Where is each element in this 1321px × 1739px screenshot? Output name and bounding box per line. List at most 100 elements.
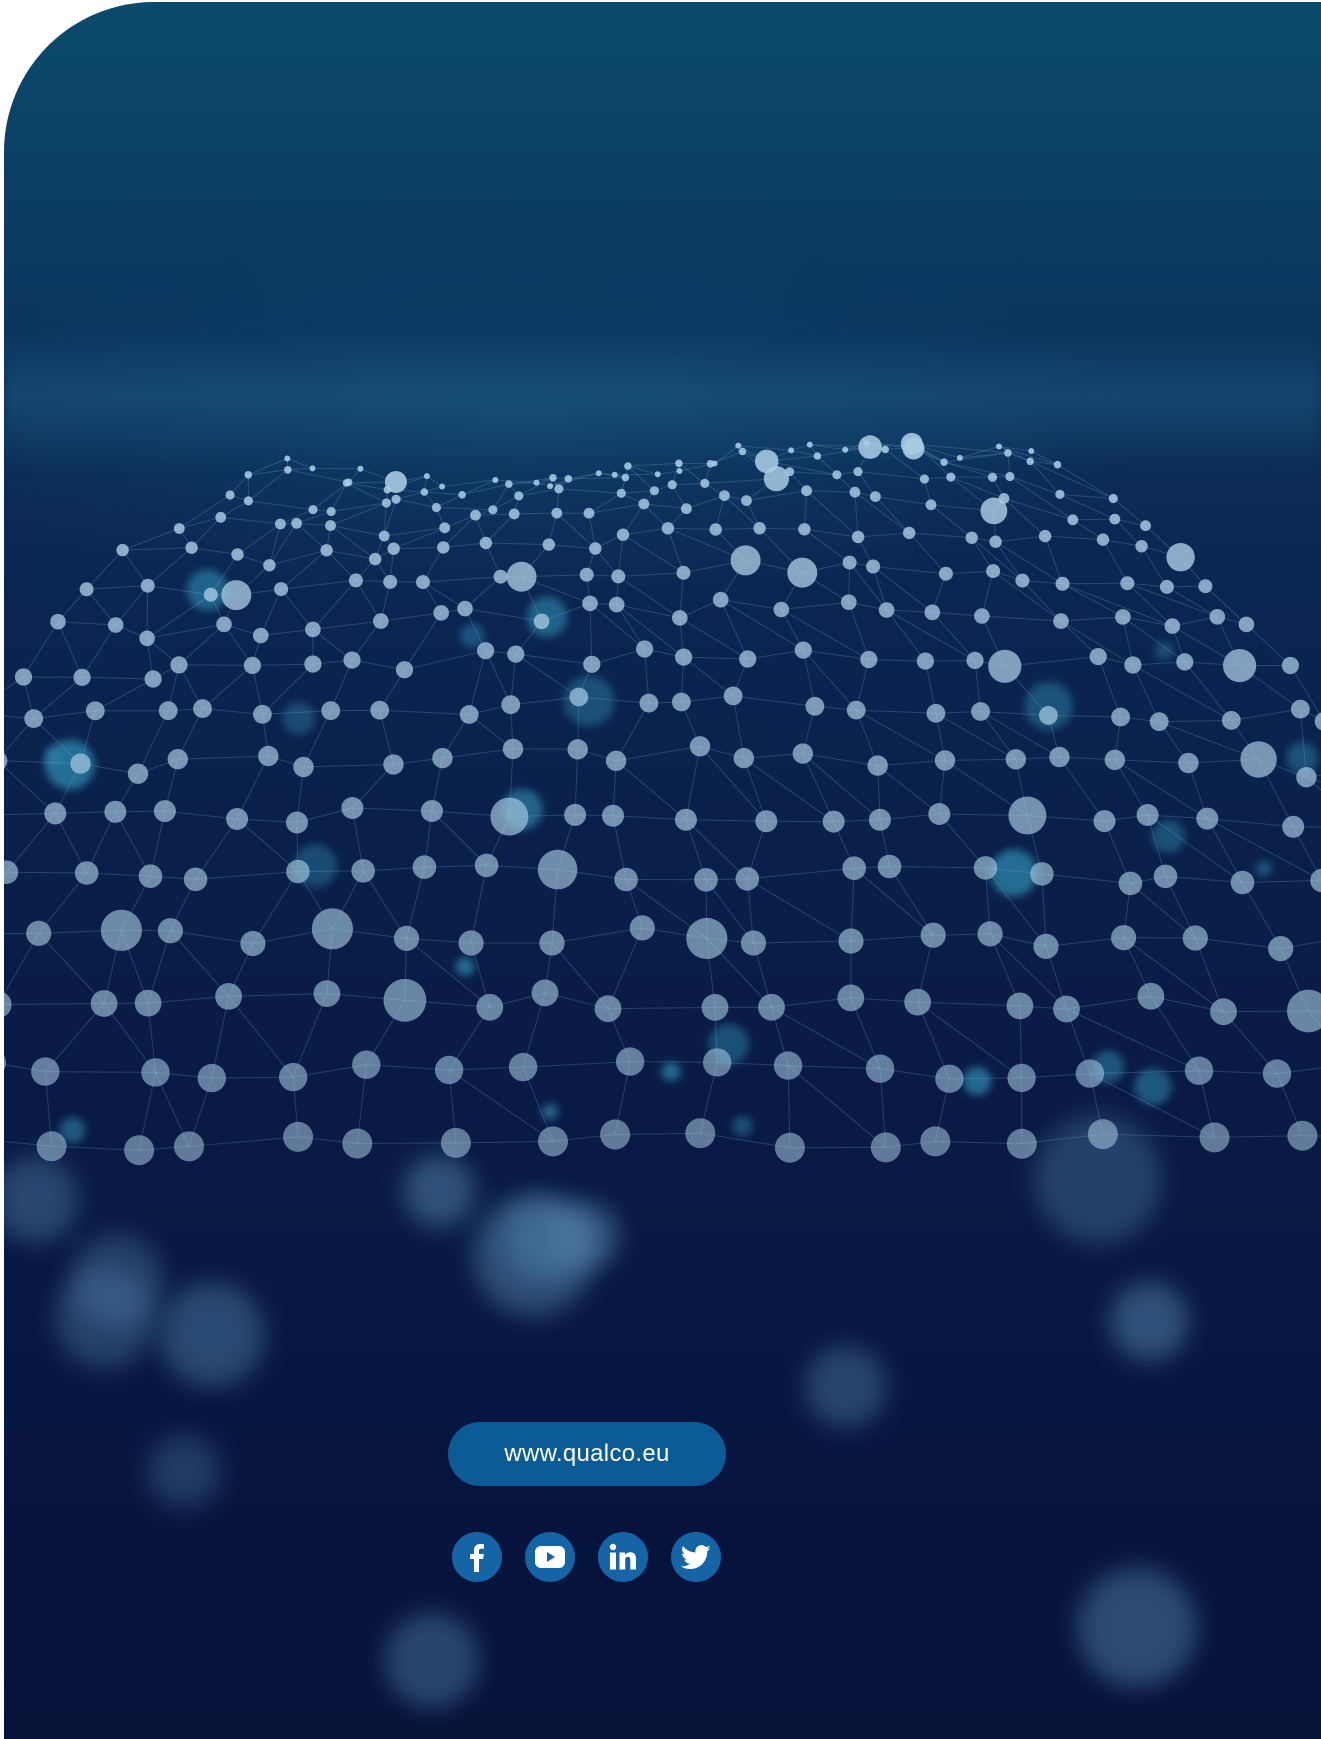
- mesh-line: [643, 503, 687, 510]
- mesh-node: [139, 630, 155, 647]
- mesh-node: [225, 490, 235, 500]
- mesh-node: [753, 522, 766, 535]
- mesh-node: [263, 559, 276, 572]
- mesh-node: [1005, 471, 1015, 482]
- mesh-node: [1120, 576, 1135, 591]
- mesh-node: [569, 687, 589, 707]
- mesh-line: [720, 599, 804, 651]
- twitter-icon[interactable]: [671, 1532, 721, 1582]
- mesh-line: [720, 599, 749, 660]
- bokeh-light: [71, 1233, 164, 1326]
- bokeh-light: [1154, 641, 1174, 661]
- mesh-node: [1004, 449, 1012, 457]
- mesh-node: [846, 700, 866, 720]
- mesh-line: [287, 458, 313, 469]
- mesh-line: [33, 676, 83, 719]
- mesh-line: [442, 748, 514, 759]
- mesh-node: [85, 701, 105, 721]
- mesh-node: [153, 800, 176, 823]
- mesh-node: [479, 536, 493, 550]
- mesh-node: [621, 473, 630, 482]
- mesh-line: [759, 527, 805, 530]
- mesh-node: [508, 508, 520, 520]
- mesh-line: [683, 656, 734, 697]
- mesh-node: [100, 909, 142, 951]
- mesh-node: [1109, 513, 1121, 525]
- mesh-line: [515, 653, 592, 665]
- mesh-node: [457, 600, 473, 617]
- mesh-node: [689, 736, 711, 757]
- facebook-icon[interactable]: [452, 1532, 502, 1582]
- mesh-node: [283, 1121, 314, 1152]
- mesh-node: [1282, 815, 1305, 838]
- mesh-node: [387, 542, 400, 555]
- mesh-line: [615, 760, 687, 821]
- mesh-node: [458, 930, 484, 956]
- mesh-node: [1055, 489, 1065, 499]
- mesh-node: [624, 462, 632, 470]
- mesh-node: [639, 693, 659, 713]
- website-link[interactable]: www.qualco.eu: [448, 1422, 726, 1486]
- mesh-node: [706, 460, 715, 468]
- mesh-line: [461, 483, 509, 496]
- mesh-line: [514, 512, 557, 515]
- mesh-node: [989, 535, 1002, 548]
- mesh-node: [965, 531, 978, 544]
- mesh-node: [719, 490, 730, 501]
- youtube-icon[interactable]: [525, 1532, 575, 1582]
- mesh-node: [107, 617, 124, 633]
- bokeh-light: [805, 1345, 887, 1428]
- mesh-node: [996, 443, 1002, 450]
- mesh-node: [1111, 925, 1137, 951]
- mesh-line: [404, 612, 442, 670]
- mesh-line: [875, 496, 932, 506]
- mesh-node: [274, 582, 289, 597]
- mesh-node: [476, 993, 504, 1021]
- mesh-node: [798, 523, 811, 536]
- mesh-line: [790, 449, 818, 457]
- mesh-node: [1310, 868, 1321, 893]
- mesh-line: [733, 695, 815, 707]
- mesh-line: [1057, 464, 1114, 499]
- mesh-node: [1281, 656, 1299, 675]
- mesh-line: [38, 932, 105, 1004]
- mesh-node: [1053, 460, 1062, 469]
- mesh-node: [925, 499, 937, 511]
- mesh-node: [138, 864, 163, 888]
- mesh-line: [252, 871, 299, 944]
- mesh-node: [1178, 752, 1199, 774]
- mesh-node: [935, 1064, 964, 1094]
- mesh-line: [802, 753, 835, 822]
- mesh-node: [595, 470, 602, 477]
- mesh-node: [1067, 514, 1079, 526]
- mesh-line: [312, 481, 349, 510]
- mesh-line: [312, 620, 381, 630]
- linkedin-icon[interactable]: [598, 1532, 648, 1582]
- mesh-line: [515, 653, 580, 698]
- mesh-node: [974, 608, 990, 624]
- mesh-node: [822, 810, 845, 833]
- mesh-node: [1115, 609, 1131, 625]
- mesh-node: [605, 750, 627, 771]
- mesh-line: [1159, 719, 1232, 723]
- mesh-line: [1058, 756, 1105, 822]
- mesh-node: [940, 458, 948, 467]
- mesh-node: [723, 686, 743, 706]
- mesh-node: [973, 856, 998, 880]
- mesh-node: [412, 855, 437, 879]
- mesh-line: [436, 507, 493, 511]
- mesh-node: [492, 477, 499, 483]
- mesh-node: [661, 522, 675, 535]
- mesh-line: [857, 471, 925, 480]
- mesh-node: [700, 478, 710, 488]
- bokeh-light: [1134, 1068, 1172, 1106]
- mesh-node: [533, 479, 540, 486]
- mesh-line: [1062, 583, 1124, 618]
- mesh-line: [558, 488, 622, 494]
- mesh-node: [26, 920, 52, 946]
- mesh-node: [676, 565, 691, 580]
- mesh-node: [838, 928, 864, 954]
- mesh-node: [185, 541, 198, 554]
- mesh-node: [538, 1126, 568, 1157]
- mesh-line: [177, 755, 269, 760]
